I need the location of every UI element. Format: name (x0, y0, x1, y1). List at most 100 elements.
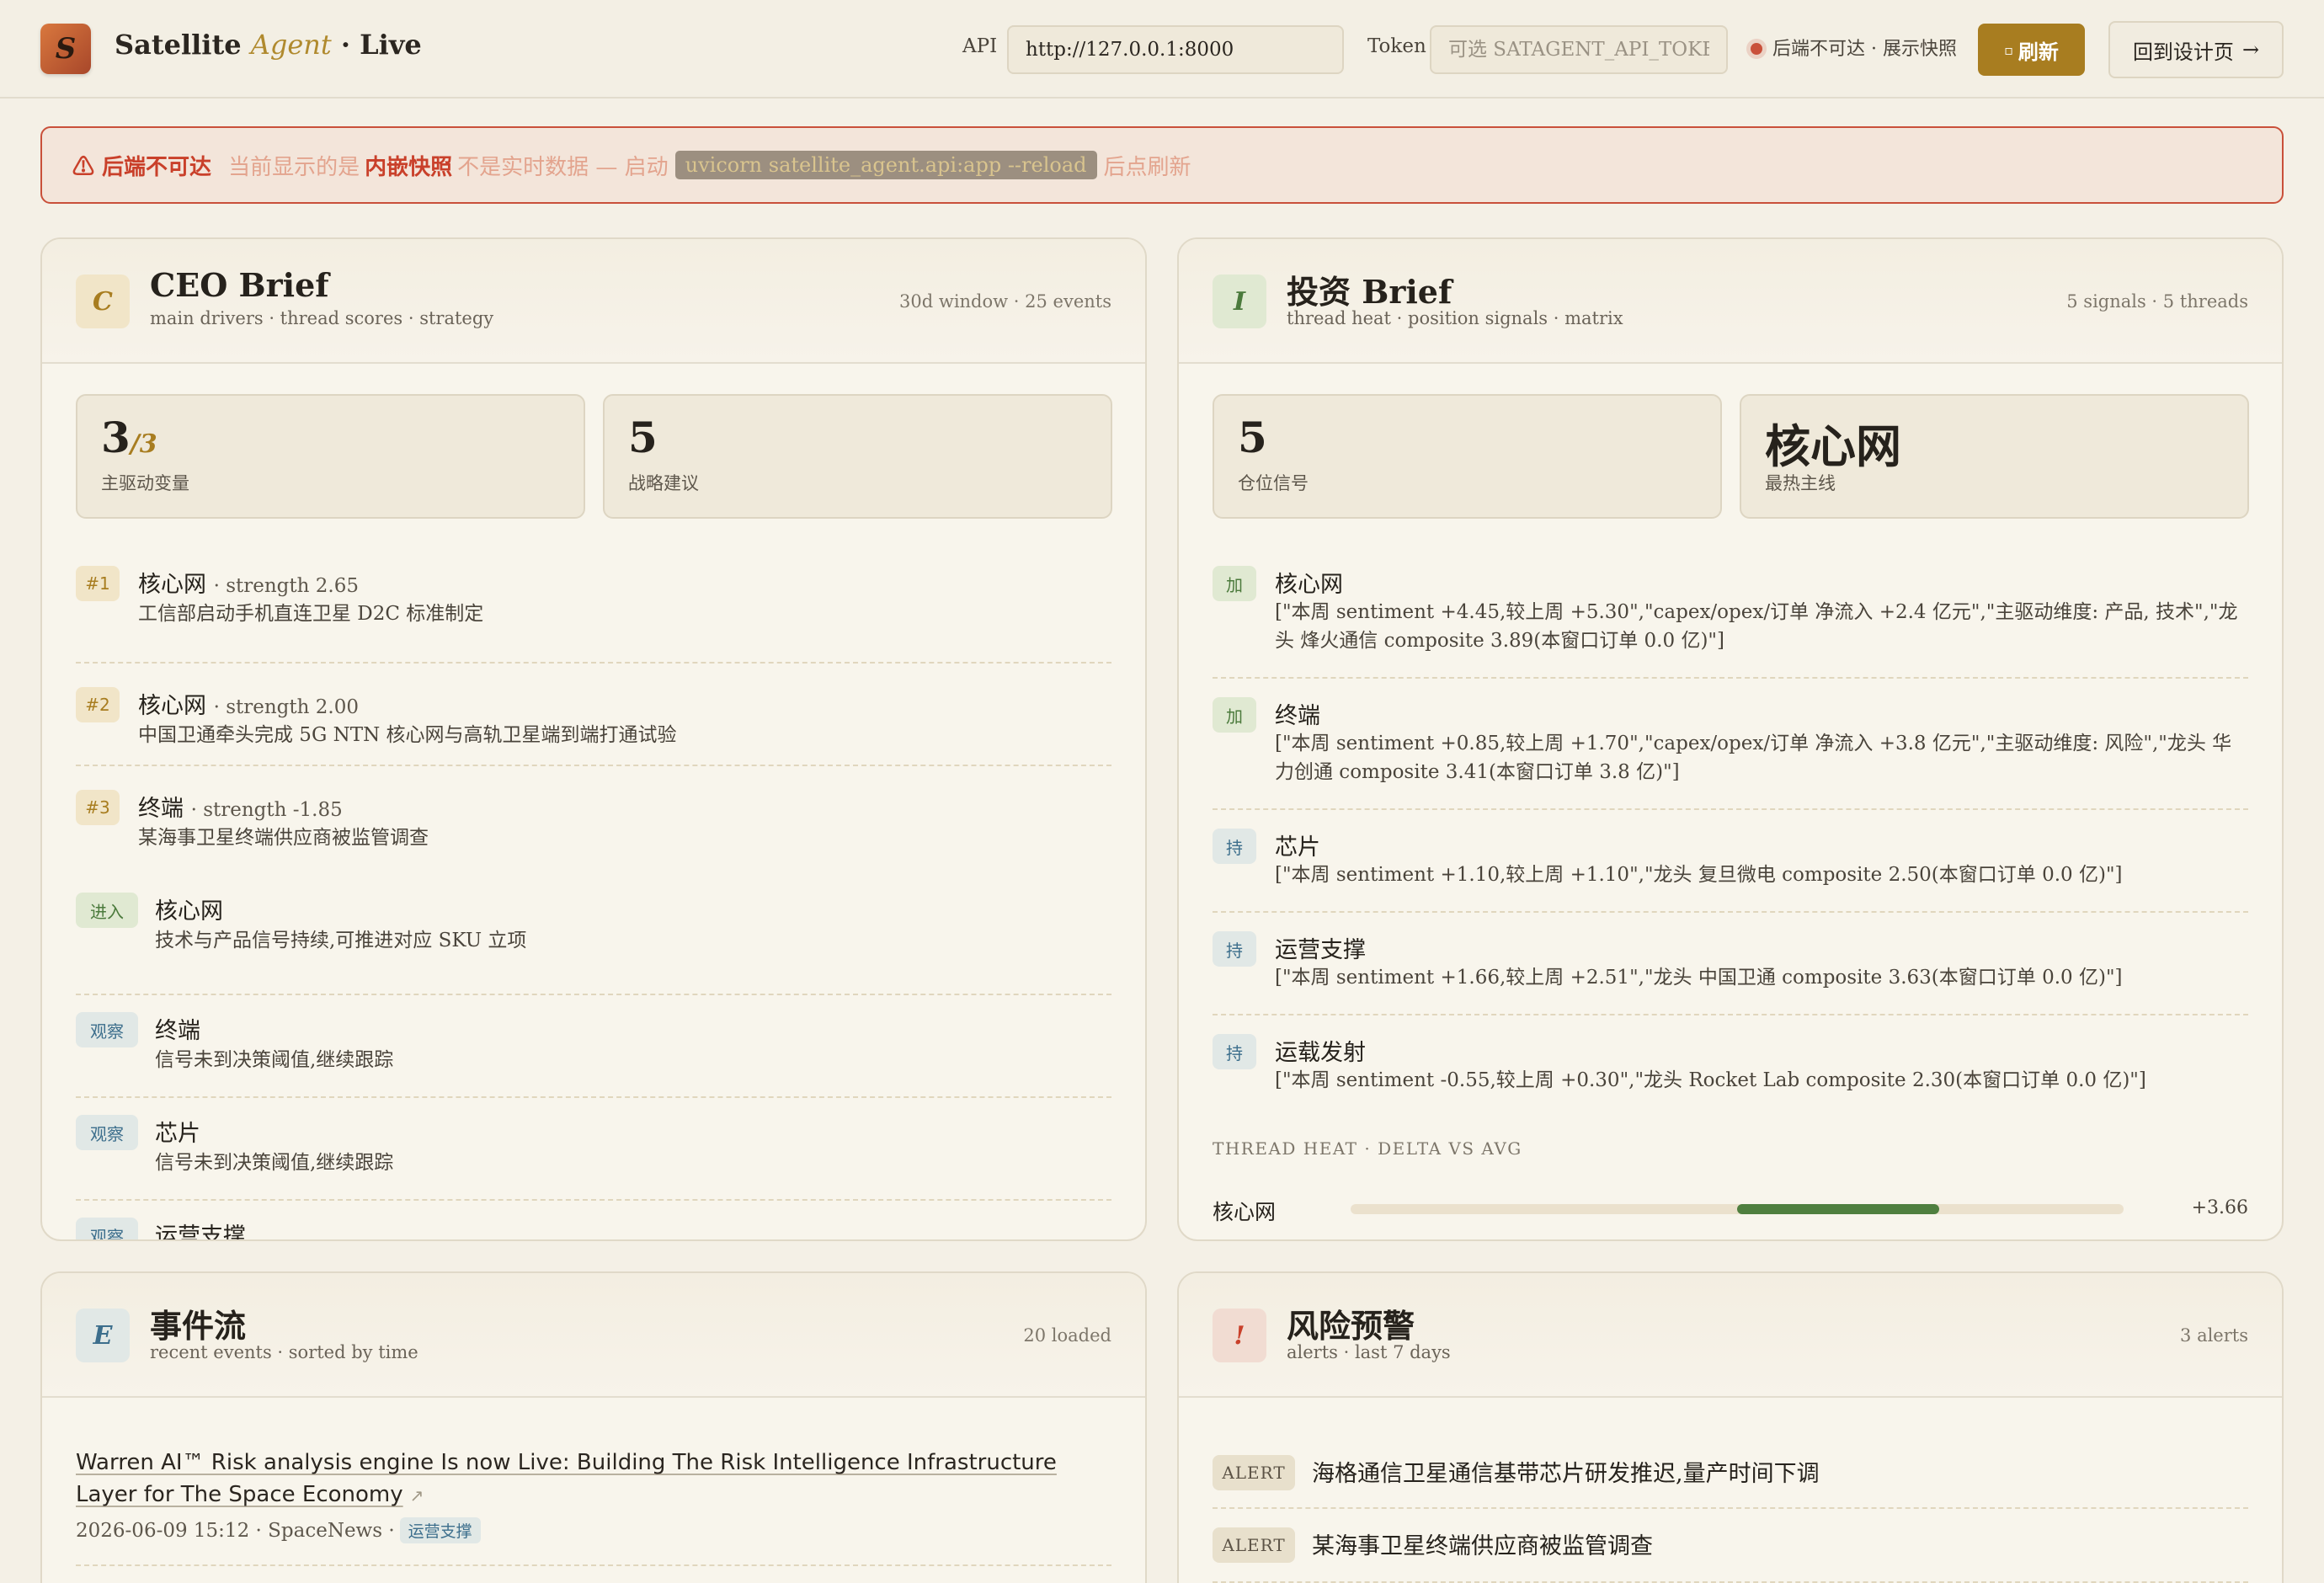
card-title: 风险预警 (1287, 1307, 1415, 1345)
card-subtitle: main drivers · thread scores · strategy (150, 308, 494, 328)
banner-warning: ⚠ 后端不可达 (72, 154, 212, 180)
alert-text: 海格通信卫星通信基带芯片研发推迟,量产时间下调 (1312, 1461, 1820, 1487)
stat-position-signals: 5 仓位信号 (1213, 394, 1722, 519)
card-meta: 5 signals · 5 threads (2066, 291, 2248, 312)
event-meta: 2026-06-09 15:12 · SpaceNews · 运营支撑 (76, 1517, 481, 1543)
card-title: 事件流 (150, 1307, 247, 1345)
card-meta: 20 loaded (1023, 1325, 1111, 1346)
stat-label: 最热主线 (1765, 473, 1836, 493)
stat-label: 仓位信号 (1238, 473, 1309, 493)
stat-strategy-count: 5 战略建议 (603, 394, 1112, 519)
strategy-row[interactable]: 进入 核心网 技术与产品信号持续,可推进对应 SKU 立项 (76, 893, 1111, 995)
driver-title: 终端 · strength -1.85 (138, 790, 343, 823)
driver-strength: · strength 2.00 (213, 696, 359, 718)
invest-icon: I (1213, 274, 1266, 328)
ceo-brief-card: C CEO Brief main drivers · thread scores… (40, 237, 1147, 1241)
strategy-desc: 信号未到决策阈值,继续跟踪 (155, 1049, 394, 1071)
signal-tag: 持 (1213, 829, 1256, 864)
stat-value: 核心网 (1765, 419, 1901, 473)
signal-desc: ["本周 sentiment +1.10,较上周 +1.10","龙头 复旦微电… (1275, 864, 2123, 886)
strategy-row[interactable]: 观察 运营支撑 (76, 1201, 1111, 1241)
strategy-row[interactable]: 观察 终端 信号未到决策阈值,继续跟踪 (76, 995, 1111, 1098)
banner-text-3: 后点刷新 (1103, 154, 1191, 180)
strategy-tag: 进入 (76, 893, 138, 928)
driver-desc: 工信部启动手机直连卫星 D2C 标准制定 (138, 603, 484, 625)
strategy-tag: 观察 (76, 1218, 138, 1239)
banner-strong: 内嵌快照 (365, 154, 453, 180)
refresh-icon: ▫ (2004, 41, 2013, 58)
refresh-label: 刷新 (2018, 40, 2059, 64)
event-title-link[interactable]: Warren AI™ Risk analysis engine Is now L… (76, 1447, 1090, 1511)
driver-name: 终端 (138, 796, 184, 822)
app-title: Satellite Agent · Live (115, 29, 422, 61)
driver-row[interactable]: #3 终端 · strength -1.85 某海事卫星终端供应商被监管调查 (76, 766, 1111, 869)
event-thread-tag: 运营支撑 (399, 1517, 481, 1543)
api-url-input[interactable] (1007, 25, 1344, 74)
driver-row[interactable]: #2 核心网 · strength 2.00 中国卫通牵头完成 5G NTN 核… (76, 664, 1111, 766)
driver-row[interactable]: #1 核心网 · strength 2.65 工信部启动手机直连卫星 D2C 标… (76, 561, 1111, 664)
risk-alerts-card: ! 风险预警 alerts · last 7 days 3 alerts ALE… (1177, 1271, 2284, 1583)
strategy-name: 终端 (155, 1018, 200, 1044)
alert-tag: ALERT (1213, 1455, 1295, 1490)
card-title: 投资 Brief (1287, 273, 1452, 311)
driver-title: 核心网 · strength 2.65 (138, 566, 359, 599)
alert-row[interactable]: ALERT 某海事卫星终端供应商被监管调查 (1213, 1509, 2248, 1583)
stat-value: 5 (628, 413, 658, 462)
heat-bar-fill (1737, 1204, 1939, 1214)
heat-delta: +3.66 (2191, 1197, 2248, 1218)
arrow-right-icon: → (2241, 38, 2260, 61)
token-label: Token (1367, 35, 1426, 57)
alert-text: 某海事卫星终端供应商被监管调查 (1312, 1533, 1653, 1559)
alert-icon: ! (1213, 1309, 1266, 1362)
strategy-desc: 信号未到决策阈值,继续跟踪 (155, 1152, 394, 1174)
stat-number: 3 (101, 413, 131, 462)
signal-tag: 持 (1213, 931, 1256, 967)
strategy-row[interactable]: 观察 芯片 信号未到决策阈值,继续跟踪 (76, 1098, 1111, 1201)
strategy-tag: 观察 (76, 1012, 138, 1047)
signal-desc: ["本周 sentiment +4.45,较上周 +5.30","capex/o… (1275, 601, 2238, 652)
signal-name: 终端 (1275, 703, 1320, 729)
strategy-name: 芯片 (155, 1121, 200, 1147)
signal-row[interactable]: 持 芯片 ["本周 sentiment +1.10,较上周 +1.10","龙头… (1213, 810, 2248, 913)
back-label: 回到设计页 (2132, 40, 2234, 64)
driver-strength: · strength -1.85 (190, 799, 343, 821)
signal-row[interactable]: 持 运营支撑 ["本周 sentiment +1.66,较上周 +2.51","… (1213, 913, 2248, 1015)
driver-name: 核心网 (138, 693, 206, 719)
card-header: I 投资 Brief thread heat · position signal… (1179, 239, 2282, 364)
signal-desc: ["本周 sentiment -0.55,较上周 +0.30","龙头 Rock… (1275, 1069, 2146, 1091)
card-subtitle: recent events · sorted by time (150, 1342, 418, 1362)
driver-title: 核心网 · strength 2.00 (138, 687, 359, 720)
strategy-tag: 观察 (76, 1115, 138, 1150)
strategy-name: 运营支撑 (155, 1223, 246, 1241)
card-meta: 30d window · 25 events (899, 291, 1111, 312)
card-header: C CEO Brief main drivers · thread scores… (42, 239, 1145, 364)
signal-name: 运载发射 (1275, 1040, 1366, 1066)
driver-desc: 某海事卫星终端供应商被监管调查 (138, 827, 429, 849)
alert-tag: ALERT (1213, 1527, 1295, 1563)
alert-row[interactable]: ALERT 海格通信卫星通信基带芯片研发推迟,量产时间下调 (1213, 1448, 2248, 1509)
banner-text-1: 当前显示的是 (228, 154, 360, 180)
signal-tag: 加 (1213, 697, 1256, 733)
card-title: CEO Brief (150, 266, 329, 304)
driver-rank: #3 (76, 790, 120, 825)
event-title: Warren AI™ Risk analysis engine Is now L… (76, 1450, 1057, 1507)
refresh-button[interactable]: ▫ 刷新 (1978, 24, 2085, 76)
title-accent: Agent (250, 29, 332, 61)
driver-name: 核心网 (138, 572, 206, 598)
heat-thread-name: 核心网 (1213, 1200, 1277, 1224)
stat-label: 战略建议 (628, 473, 699, 493)
invest-brief-card: I 投资 Brief thread heat · position signal… (1177, 237, 2284, 1241)
stat-main-drivers: 3/3 主驱动变量 (76, 394, 585, 519)
signal-row[interactable]: 持 运载发射 ["本周 sentiment -0.55,较上周 +0.30","… (1213, 1015, 2248, 1118)
stat-total: /3 (130, 429, 157, 459)
title-main: Satellite (115, 29, 242, 61)
ceo-icon: C (76, 274, 130, 328)
signal-row[interactable]: 加 核心网 ["本周 sentiment +4.45,较上周 +5.30","c… (1213, 561, 2248, 679)
stat-label: 主驱动变量 (101, 473, 189, 493)
divider (76, 1564, 1111, 1566)
signal-row[interactable]: 加 终端 ["本周 sentiment +0.85,较上周 +1.70","ca… (1213, 679, 2248, 810)
back-to-design-button[interactable]: 回到设计页 → (2108, 21, 2284, 78)
stat-hottest-thread: 核心网 最热主线 (1740, 394, 2249, 519)
token-input[interactable] (1430, 25, 1728, 74)
stat-value: 5 (1238, 413, 1267, 462)
